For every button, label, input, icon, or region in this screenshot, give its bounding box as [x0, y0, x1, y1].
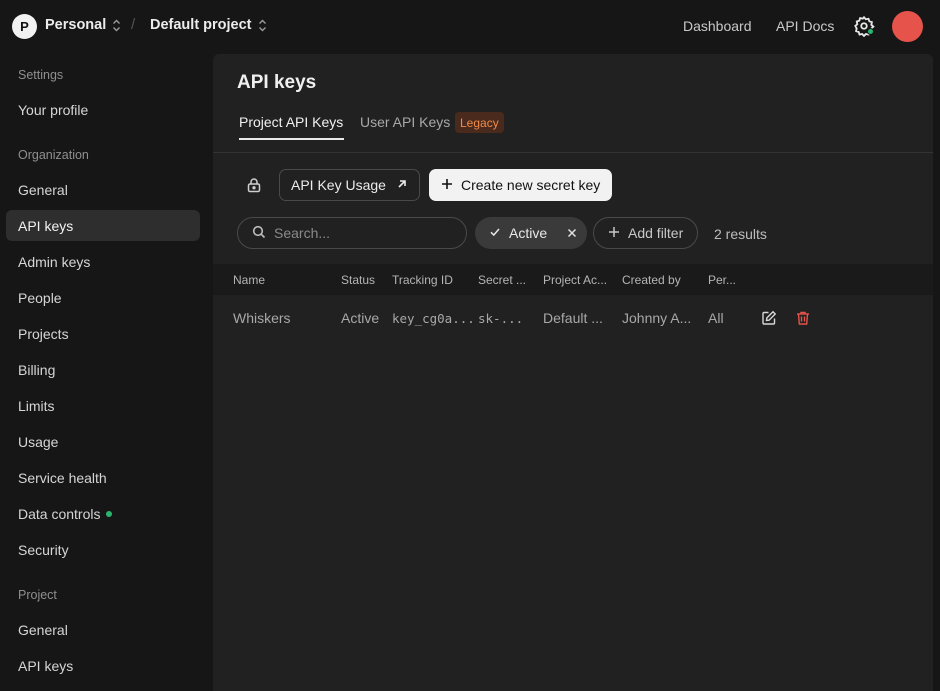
search-icon [252, 225, 266, 242]
sidebar-item-label: Admin keys [18, 253, 91, 270]
check-icon [489, 225, 501, 241]
create-secret-key-button[interactable]: Create new secret key [429, 169, 613, 201]
sidebar: Settings Your profile Organization Gener… [0, 54, 213, 691]
org-switcher[interactable]: Personal [45, 17, 121, 33]
cell-project-access: Default ... [543, 310, 603, 326]
sidebar-item-label: API keys [18, 217, 74, 234]
sidebar-item-label: People [18, 289, 62, 306]
sidebar-item-label: API keys [18, 657, 74, 674]
sidebar-item-label: Your profile [18, 101, 89, 118]
sidebar-item-billing[interactable]: Billing [6, 354, 200, 385]
org-initial: P [20, 19, 29, 34]
button-label: API Key Usage [291, 177, 386, 193]
close-icon[interactable] [567, 225, 577, 241]
search-input[interactable] [274, 225, 444, 241]
main-panel: API keys Project API Keys User API Keys … [213, 54, 933, 691]
sidebar-item-label: General [18, 181, 68, 198]
sidebar-section-settings: Settings [18, 68, 64, 82]
filter-chip-active[interactable]: Active [475, 217, 588, 249]
column-header-secret[interactable]: Secret ... [478, 273, 526, 287]
table-header: Name Status Tracking ID Secret ... Proje… [213, 264, 933, 295]
sidebar-item-label: General [18, 621, 68, 638]
sidebar-item-service-health[interactable]: Service health [6, 462, 200, 493]
org-name: Personal [45, 17, 107, 33]
plus-icon [608, 225, 620, 241]
sidebar-item-label: Projects [18, 325, 69, 342]
sidebar-section-organization: Organization [18, 148, 89, 162]
active-tab-indicator [239, 138, 344, 140]
column-header-name[interactable]: Name [233, 273, 265, 287]
chip-label: Active [509, 225, 548, 241]
project-name: Default project [150, 17, 252, 33]
button-label: Add filter [628, 225, 684, 241]
cell-tracking-id: key_cg0a... [392, 311, 475, 326]
sidebar-item-projects[interactable]: Projects [6, 318, 200, 349]
column-header-permissions[interactable]: Per... [708, 273, 736, 287]
sidebar-item-label: Usage [18, 433, 59, 450]
chevron-updown-icon [258, 19, 267, 32]
add-filter-button[interactable]: Add filter [593, 217, 699, 249]
column-header-project-access[interactable]: Project Ac... [543, 273, 607, 287]
plus-icon [441, 177, 453, 193]
cell-created-by: Johnny A... [622, 310, 692, 326]
lock-icon[interactable] [239, 170, 269, 200]
api-key-usage-button[interactable]: API Key Usage [279, 169, 420, 201]
dashboard-link[interactable]: Dashboard [683, 18, 752, 34]
chevron-updown-icon [112, 19, 121, 32]
sidebar-item-label: Security [18, 541, 69, 558]
legacy-badge: Legacy [455, 112, 504, 133]
sidebar-item-project-api-keys[interactable]: API keys [6, 650, 200, 681]
top-bar: P Personal / Default project Dashboard A… [0, 0, 940, 54]
org-avatar[interactable]: P [12, 14, 37, 39]
sidebar-item-label: Data controls [18, 505, 101, 522]
divider [213, 152, 933, 153]
button-label: Create new secret key [461, 177, 601, 193]
sidebar-item-your-profile[interactable]: Your profile [6, 94, 200, 125]
sidebar-item-usage[interactable]: Usage [6, 426, 200, 457]
cell-permissions: All [708, 310, 724, 326]
project-switcher[interactable]: Default project [150, 17, 267, 33]
sidebar-item-data-controls[interactable]: Data controls [6, 498, 200, 529]
sidebar-item-people[interactable]: People [6, 282, 200, 313]
table-row[interactable]: Whiskers Active key_cg0a... sk-... Defau… [213, 295, 933, 341]
column-header-created-by[interactable]: Created by [622, 273, 681, 287]
sidebar-item-label: Service health [18, 469, 107, 486]
results-count: 2 results [714, 226, 767, 242]
cell-name: Whiskers [233, 310, 291, 326]
sidebar-item-security[interactable]: Security [6, 534, 200, 565]
sidebar-item-admin-keys[interactable]: Admin keys [6, 246, 200, 277]
sidebar-item-label: Billing [18, 361, 56, 378]
external-link-icon [396, 177, 408, 193]
status-dot [867, 28, 874, 35]
sidebar-section-project: Project [18, 588, 57, 602]
status-dot [106, 510, 113, 517]
sidebar-item-limits[interactable]: Limits [6, 390, 200, 421]
column-header-tracking-id[interactable]: Tracking ID [392, 273, 453, 287]
tab-project-api-keys[interactable]: Project API Keys [239, 114, 343, 130]
edit-icon[interactable] [759, 308, 779, 328]
cell-secret: sk-... [478, 311, 524, 326]
trash-icon[interactable] [793, 308, 813, 328]
breadcrumb-separator: / [131, 16, 136, 33]
column-header-status[interactable]: Status [341, 273, 375, 287]
page-title: API keys [237, 72, 317, 93]
cell-status: Active [341, 310, 380, 326]
sidebar-item-api-keys[interactable]: API keys [6, 210, 200, 241]
tab-user-api-keys[interactable]: User API Keys [360, 114, 450, 130]
sidebar-item-project-general[interactable]: General [6, 614, 200, 645]
sidebar-item-general[interactable]: General [6, 174, 200, 205]
sidebar-item-label: Limits [18, 397, 55, 414]
user-avatar[interactable] [892, 11, 923, 42]
search-field[interactable] [237, 217, 467, 249]
api-docs-link[interactable]: API Docs [776, 18, 834, 34]
